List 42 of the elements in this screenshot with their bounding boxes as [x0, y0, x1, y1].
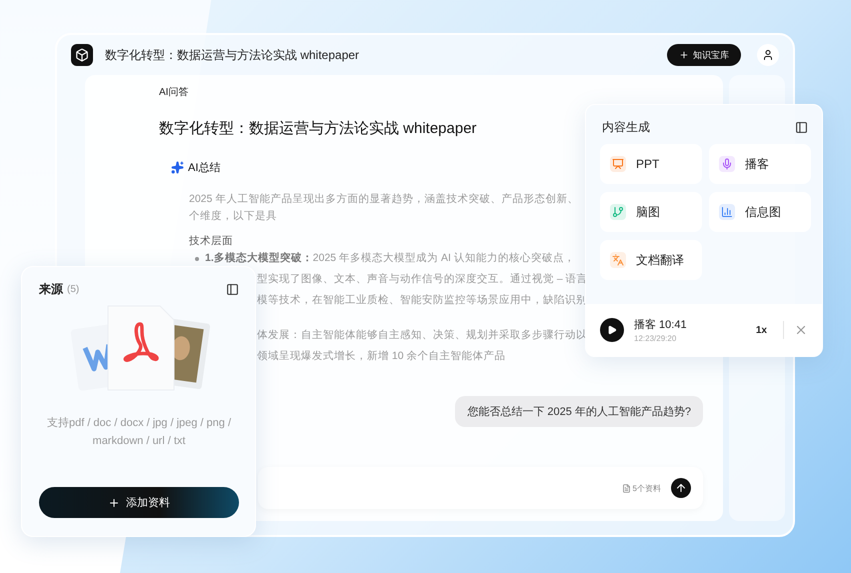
document-icon [622, 484, 631, 492]
message-input[interactable]: 5个资料 [258, 467, 703, 509]
library-button[interactable]: 知识宝库 [667, 44, 741, 66]
bullet-dot [195, 256, 199, 260]
bullet-text: 1.多模态大模型突破：2025 年多模态大模型成为 AI 认知能力的核心突破点， [205, 251, 575, 266]
bullet-text: 型实现了图像、文本、声音与动作信号的深度交互。通过视觉 – 语言 [256, 272, 588, 287]
cube-logo-icon [71, 44, 93, 66]
generate-option[interactable]: 信息图 [709, 192, 811, 232]
close-icon[interactable] [794, 323, 808, 337]
summary-text: 2025 年人工智能产品呈现出多方面的显著趋势，涵盖技术突破、产品形态创新、 [189, 192, 578, 207]
document-heading: 数字化转型：数据运营与方法论实战 whitepaper [159, 119, 477, 138]
summary-text: 个维度，以下是具 [189, 209, 277, 224]
sources-count[interactable]: 5个资料 [622, 482, 661, 494]
section-label: AI问答 [159, 86, 190, 99]
send-button[interactable] [671, 478, 691, 498]
user-icon[interactable] [757, 44, 779, 66]
panel-toggle-icon[interactable] [226, 283, 239, 296]
sparkle-icon [171, 161, 184, 174]
generate-option[interactable]: 脑图 [600, 192, 702, 232]
card-title: 来源 [39, 281, 63, 298]
supported-formats: 支持pdf / doc / docx / jpg / jpeg / png / markdown / url / txt [46, 416, 232, 449]
bullet-text: 领域呈现爆发式增长，新增 10 余个自主智能体产品 [256, 349, 506, 364]
plus-icon [108, 496, 120, 508]
play-icon [607, 325, 617, 335]
bullet-text: 体发展：自主智能体能够自主感知、决策、规划并采取多步骤行动以 [256, 328, 587, 343]
card-title: 内容生成 [602, 119, 650, 136]
generate-option[interactable]: 播客 [709, 144, 811, 184]
question-bubble: 您能否总结一下 2025 年的人工智能产品趋势? [455, 396, 703, 427]
source-count: (5) [67, 284, 80, 295]
play-button[interactable] [600, 318, 624, 342]
add-source-button[interactable]: 添加资料 [39, 487, 239, 518]
panel-toggle-icon[interactable] [795, 121, 808, 134]
generate-option[interactable]: 文档翻译 [600, 240, 702, 280]
arrow-up-icon [675, 482, 687, 494]
playback-time: 12:23/29:20 [634, 334, 678, 343]
speed-button[interactable]: 1x [750, 324, 773, 336]
section-heading: 技术层面 [189, 234, 233, 249]
summary-label: AI总结 [188, 161, 220, 175]
plus-icon [679, 50, 689, 60]
generate-option[interactable]: PPT [600, 144, 702, 184]
podcast-title: 播客 10:41 [634, 318, 688, 332]
window-title: 数字化转型：数据运营与方法论实战 whitepaper [105, 46, 360, 64]
